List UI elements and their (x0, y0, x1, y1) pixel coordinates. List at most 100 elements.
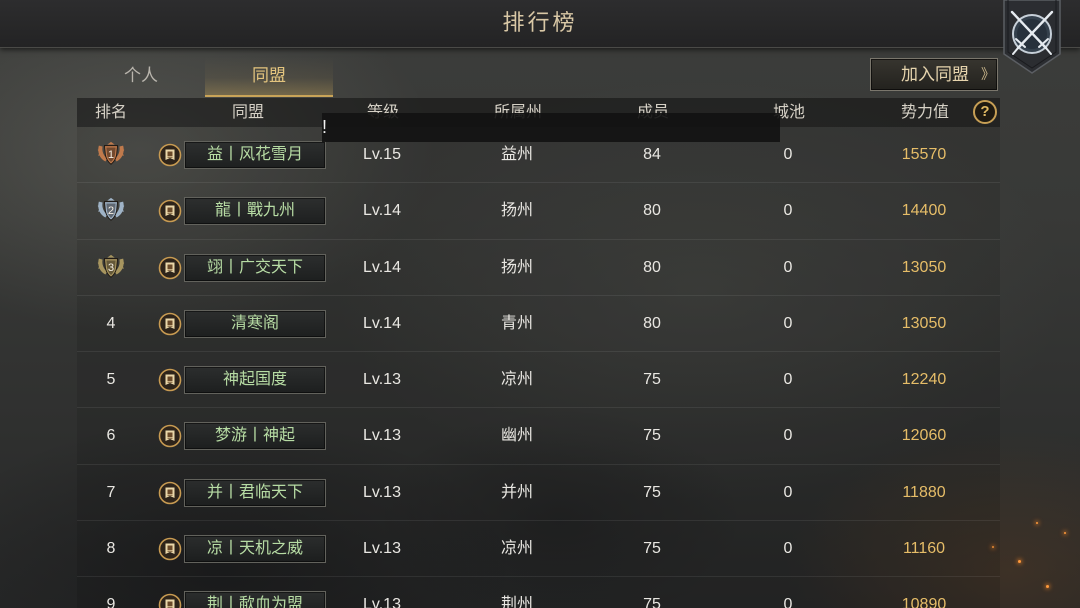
alliance-state: 凉州 (500, 540, 533, 558)
city-count: 0 (783, 540, 793, 558)
power-value: 14400 (901, 202, 947, 220)
alliance-state: 扬州 (500, 202, 533, 220)
alliance-banner-icon (158, 256, 182, 279)
alliance-name: 龍丨戰九州 (214, 202, 295, 220)
rank-number: 3 (108, 262, 114, 274)
power-value: 13050 (901, 314, 947, 332)
alliance-name: 凉丨天机之威 (206, 540, 303, 558)
alliance-name: 益丨风花雪月 (206, 146, 303, 163)
alliance-level: Lv.13 (363, 483, 401, 501)
rank-badge-icon: 2 (97, 197, 125, 222)
alliance-banner-icon (158, 199, 182, 223)
column-header-power: 势力值 (900, 104, 949, 121)
notice-bar: ! (322, 113, 780, 142)
city-count: 0 (783, 314, 793, 332)
alliance-name: 并丨君临天下 (206, 483, 303, 501)
alliance-name-button[interactable]: 翊丨广交天下 (184, 253, 326, 282)
alliance-level: Lv.14 (363, 202, 401, 220)
table-row[interactable]: 2 龍丨戰九州 Lv.14 扬州 80 0 14400 (0, 183, 1080, 240)
alliance-level: Lv.13 (363, 596, 401, 608)
tab-bar: 个人 同盟 (77, 57, 333, 97)
power-value: 10890 (901, 596, 947, 608)
alliance-banner-icon (158, 312, 182, 336)
table-row[interactable]: 8 凉丨天机之威 Lv.13 凉州 75 0 11160 (0, 521, 1080, 578)
alliance-name-button[interactable]: 益丨风花雪月 (184, 141, 326, 169)
alliance-name: 神起国度 (222, 371, 287, 389)
alliance-level: Lv.13 (363, 540, 401, 558)
city-count: 0 (783, 427, 793, 445)
alliance-name-button[interactable]: 神起国度 (184, 366, 326, 395)
city-count: 0 (783, 483, 793, 501)
rank-number: 1 (108, 149, 114, 161)
alliance-name: 清寒阁 (230, 314, 279, 332)
member-count: 75 (643, 483, 661, 501)
city-count: 0 (783, 371, 793, 389)
alliance-name-button[interactable]: 荆丨歃血为盟 (184, 591, 326, 608)
alliance-name-button[interactable]: 龍丨戰九州 (184, 197, 326, 226)
help-icon[interactable]: ? (973, 100, 997, 124)
top-bar: 排行榜 (0, 0, 1080, 48)
member-count: 75 (643, 371, 661, 389)
power-value: 12060 (901, 427, 947, 445)
table-row[interactable]: 3 翊丨广交天下 Lv.14 扬州 80 0 13050 (0, 239, 1080, 296)
alliance-name-button[interactable]: 并丨君临天下 (184, 478, 326, 507)
power-value: 13050 (901, 258, 947, 276)
close-button[interactable] (1002, 0, 1062, 74)
member-count: 75 (643, 540, 661, 558)
join-alliance-button[interactable]: 加入同盟 》 (870, 58, 998, 91)
city-count: 0 (783, 202, 793, 220)
alliance-name: 翊丨广交天下 (206, 258, 303, 276)
rank-number: 9 (106, 596, 116, 608)
rank-number: 5 (106, 371, 116, 389)
power-value: 12240 (901, 371, 947, 389)
alliance-state: 凉州 (500, 371, 533, 389)
rank-number: 6 (106, 427, 116, 445)
alliance-banner-icon (158, 594, 182, 608)
join-alliance-label: 加入同盟 (901, 65, 969, 84)
alliance-name-button[interactable]: 凉丨天机之威 (184, 535, 326, 564)
alliance-banner-icon (158, 537, 182, 561)
table-row[interactable]: 4 清寒阁 Lv.14 青州 80 0 13050 (0, 295, 1080, 353)
alliance-banner-icon (158, 425, 182, 448)
alliance-name: 梦游丨神起 (214, 427, 295, 445)
alliance-name-button[interactable]: 清寒阁 (184, 309, 326, 338)
alliance-state: 并州 (500, 483, 533, 501)
alliance-name: 荆丨歃血为盟 (206, 596, 303, 608)
alliance-level: Lv.13 (363, 427, 401, 445)
alliance-state: 扬州 (500, 258, 533, 276)
table-row[interactable]: 6 梦游丨神起 Lv.13 幽州 75 0 12060 (0, 408, 1080, 465)
power-value: 11880 (902, 483, 946, 501)
alliance-banner-icon (158, 481, 182, 505)
rank-badge-icon: 3 (97, 253, 125, 278)
member-count: 75 (643, 427, 661, 445)
rank-number: 2 (108, 205, 114, 217)
double-chevron-right-icon: 》 (981, 66, 995, 82)
member-count: 75 (643, 596, 661, 608)
rank-number: 8 (106, 540, 116, 558)
ranking-table: 1 益丨风花雪月 Lv.15 益州 84 0 15570 2 龍丨戰九州 Lv.… (0, 127, 1080, 608)
leaderboard-screen: 排行榜 个人 同盟 加入同盟 》 排名 同盟 城池 势力值 ? ! 1 益丨风花… (0, 0, 1080, 608)
crossed-swords-icon (1003, 0, 1061, 74)
alliance-state: 荆州 (500, 596, 533, 608)
tab-alliance[interactable]: 同盟 (205, 57, 333, 97)
alliance-state: 幽州 (500, 427, 533, 445)
tab-personal[interactable]: 个人 (77, 57, 205, 97)
member-count: 80 (643, 314, 661, 332)
notice-text: ! (322, 117, 328, 137)
power-value: 11160 (902, 540, 946, 558)
alliance-name-button[interactable]: 梦游丨神起 (184, 422, 326, 451)
tab-alliance-label: 同盟 (252, 66, 286, 85)
power-value: 15570 (901, 146, 947, 163)
alliance-level: Lv.14 (363, 314, 401, 332)
table-row[interactable]: 5 神起国度 Lv.13 凉州 75 0 12240 (0, 352, 1080, 409)
column-header-alliance: 同盟 (231, 104, 264, 121)
alliance-state: 青州 (500, 314, 533, 332)
table-row[interactable]: 7 并丨君临天下 Lv.13 并州 75 0 11880 (0, 464, 1080, 522)
table-row[interactable]: 9 荆丨歃血为盟 Lv.13 荆州 75 0 10890 (0, 577, 1080, 608)
member-count: 80 (643, 202, 661, 220)
tab-personal-label: 个人 (124, 66, 158, 85)
city-count: 0 (783, 258, 793, 276)
rank-number: 7 (106, 483, 116, 501)
member-count: 80 (643, 258, 661, 276)
alliance-level: Lv.13 (363, 371, 401, 389)
